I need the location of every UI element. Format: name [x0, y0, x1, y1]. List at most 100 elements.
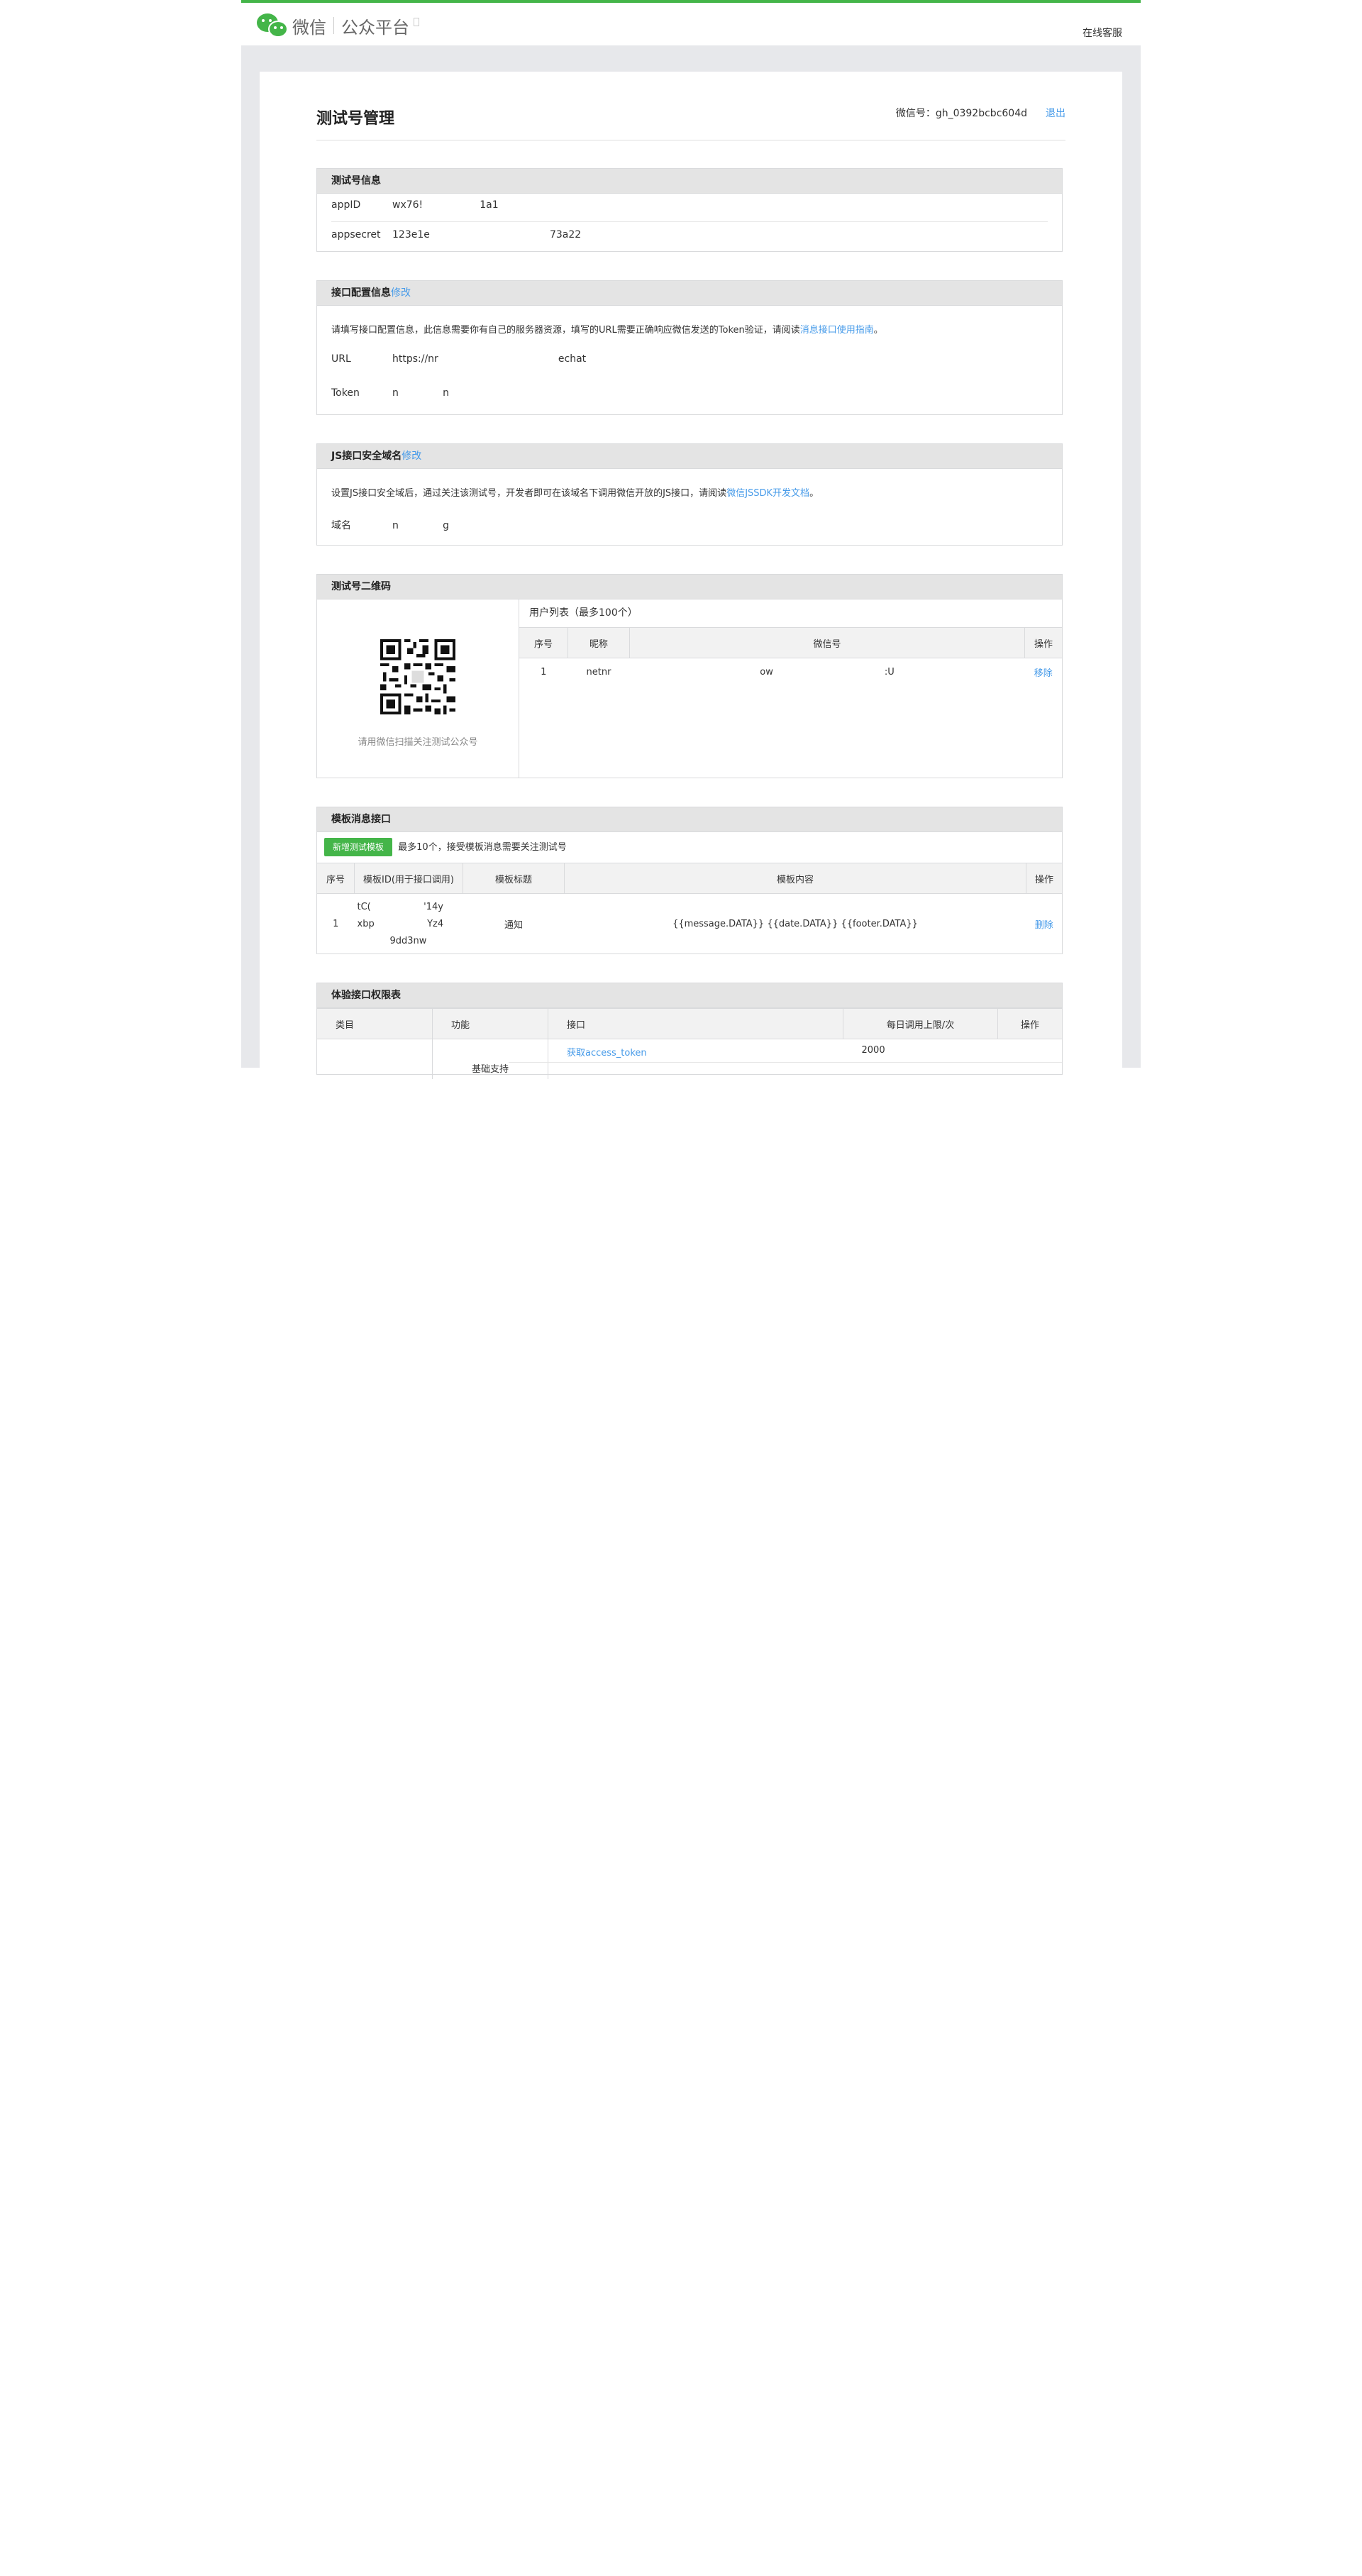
- user-nickname: netnr: [586, 667, 611, 678]
- api-config-edit-link[interactable]: 修改: [391, 287, 411, 299]
- col-category: 类目: [317, 1008, 433, 1039]
- top-bar: 微信 公众平台 在线客服: [241, 0, 1141, 45]
- api-config-desc-text: 请填写接口配置信息，此信息需要你有自己的服务器资源，填写的URL需要正确响应微信…: [331, 325, 800, 336]
- url-value: https://nr echat: [392, 353, 587, 365]
- wechat-logo-icon: [257, 13, 288, 38]
- api-config-title: 接口配置信息: [331, 287, 391, 299]
- col-template-title: 模板标题: [463, 863, 565, 894]
- template-title: 模板消息接口: [317, 807, 1062, 832]
- appsecret-value: 123e1e 73a22: [392, 229, 582, 241]
- user-list-title: 用户列表（最多100个）: [529, 607, 638, 619]
- js-domain-title: JS接口安全域名: [331, 450, 402, 462]
- user-wxid: ow :U: [760, 667, 895, 678]
- page-header: 测试号管理 微信号：gh_0392bcbc604d 退出: [316, 103, 1065, 140]
- template-toolbar: 新增测试模板 最多10个，接受模板消息需要关注测试号: [324, 838, 567, 856]
- col-api: 接口: [548, 1008, 843, 1039]
- wechat-logo[interactable]: 微信 公众平台: [257, 13, 419, 38]
- api-config-desc-end: 。: [873, 325, 883, 336]
- jssdk-doc-link[interactable]: 微信JSSDK开发文档: [726, 488, 809, 499]
- page-frame: 微信 公众平台 在线客服 测试号管理 微信号：gh_0392bcbc604d 退…: [241, 0, 1141, 1079]
- token-label: Token: [331, 387, 360, 399]
- test-info-panel: 测试号信息 appID wx76! 1a1 appsecret 123e1e 73a…: [316, 168, 1063, 252]
- domain-value: n g: [392, 520, 450, 531]
- appid-row: appID wx76! 1a1: [331, 199, 499, 211]
- token-value: n n: [392, 387, 450, 399]
- api-config-panel: 接口配置信息修改 请填写接口配置信息，此信息需要你有自己的服务器资源，填写的UR…: [316, 280, 1063, 415]
- template-title-value: 通知: [504, 920, 523, 932]
- table-row: 1 tC( '14y xbp Yz4 9dd3nw 通知 {{message.D…: [317, 894, 1062, 955]
- col-template-content: 模板内容: [564, 863, 1026, 894]
- account-info: 微信号：gh_0392bcbc604d: [896, 106, 1027, 120]
- qrcode-image: [380, 639, 455, 714]
- appid-value: wx76! 1a1: [392, 199, 499, 211]
- user-list: 用户列表（最多100个） 序号 昵称 微信号 操作 1 netnr ow:U …: [519, 599, 1062, 687]
- domain-label: 域名: [331, 520, 351, 531]
- template-id-line: tC( '14y: [357, 901, 443, 912]
- template-index: 1: [333, 919, 339, 930]
- template-note: 最多10个，接受模板消息需要关注测试号: [398, 842, 567, 853]
- logout-link[interactable]: 退出: [1046, 106, 1065, 120]
- col-limit: 每日调用上限/次: [843, 1008, 998, 1039]
- perm-action: [998, 1039, 1063, 1079]
- col-feature: 功能: [432, 1008, 548, 1039]
- divider: [509, 1062, 1062, 1063]
- js-domain-desc-text: 设置JS接口安全域后，通过关注该测试号，开发者即可在该域名下调用微信开放的JS接…: [331, 488, 727, 499]
- add-test-template-button[interactable]: 新增测试模板: [324, 838, 393, 856]
- template-content-value: {{message.DATA}} {{date.DATA}} {{footer.…: [672, 919, 918, 930]
- template-id-line: 9dd3nw: [389, 935, 427, 946]
- qrcode-title: 测试号二维码: [317, 575, 1062, 599]
- url-label: URL: [331, 353, 351, 365]
- col-action: 操作: [997, 1008, 1062, 1039]
- top-right-link[interactable]: 在线客服: [1083, 26, 1122, 40]
- logo-divider: [333, 17, 334, 34]
- url-row: URL https://nr echat: [331, 353, 586, 365]
- perm-limit: 2000: [861, 1045, 885, 1056]
- template-table: 序号 模板ID(用于接口调用) 模板标题 模板内容 操作 1 tC( '14y …: [317, 863, 1062, 955]
- appid-label: appID: [331, 199, 361, 211]
- api-config-desc: 请填写接口配置信息，此信息需要你有自己的服务器资源，填写的URL需要正确响应微信…: [331, 322, 883, 336]
- qrcode-caption: 请用微信扫描关注测试公众号: [358, 737, 478, 748]
- page-title: 测试号管理: [316, 110, 395, 128]
- template-panel: 模板消息接口 新增测试模板 最多10个，接受模板消息需要关注测试号 序号 模板I…: [316, 807, 1063, 954]
- js-domain-panel: JS接口安全域名修改 设置JS接口安全域后，通过关注该测试号，开发者即可在该域名…: [316, 443, 1063, 546]
- table-row: 1 netnr ow :U 移除: [519, 658, 1062, 687]
- js-domain-desc: 设置JS接口安全域后，通过关注该测试号，开发者即可在该域名下调用微信开放的JS接…: [331, 485, 819, 499]
- col-nickname: 昵称: [568, 627, 630, 658]
- qrcode-area: 请用微信扫描关注测试公众号: [317, 599, 519, 778]
- access-token-link[interactable]: 获取access_token: [567, 1048, 647, 1058]
- perm-table: 类目 功能 接口 每日调用上限/次 操作 基础支持 获取access_token…: [317, 1008, 1062, 1079]
- js-domain-edit-link[interactable]: 修改: [402, 450, 421, 462]
- user-table: 序号 昵称 微信号 操作 1 netnr ow :U 移除: [519, 627, 1062, 687]
- main-content: 测试号管理 微信号：gh_0392bcbc604d 退出 测试号信息 appID…: [260, 72, 1122, 1079]
- logo-wechat-text: 微信: [292, 17, 326, 38]
- col-wxid: 微信号: [629, 627, 1025, 658]
- account-label: 微信号：: [895, 108, 936, 119]
- js-domain-desc-end: 。: [809, 488, 819, 499]
- account-value: gh_0392bcbc604d: [935, 108, 1027, 119]
- remove-user-link[interactable]: 移除: [1025, 658, 1063, 687]
- logo-badge: [414, 18, 419, 26]
- js-domain-header: JS接口安全域名修改: [317, 444, 1062, 469]
- template-id-cell: tC( '14y xbp Yz4 9dd3nw: [355, 894, 463, 955]
- perm-category: [317, 1039, 433, 1079]
- col-template-id: 模板ID(用于接口调用): [354, 863, 463, 894]
- token-row: Token n n: [331, 387, 449, 399]
- perm-api-link[interactable]: 获取access_token: [548, 1039, 843, 1079]
- domain-row: 域名 n g: [331, 518, 449, 532]
- user-index: 1: [541, 667, 547, 678]
- col-index: 序号: [317, 863, 355, 894]
- appsecret-label: appsecret: [331, 229, 381, 241]
- delete-template-link[interactable]: 删除: [1026, 894, 1063, 955]
- perm-feature: 基础支持: [432, 1039, 548, 1079]
- perm-title: 体验接口权限表: [317, 983, 1062, 1008]
- divider: [331, 221, 1048, 222]
- msg-api-guide-link[interactable]: 消息接口使用指南: [800, 325, 874, 336]
- qrcode-panel: 测试号二维码 请用微信扫描关注测试公众号 用户列表（最多100个） 序号 昵称 …: [316, 574, 1063, 778]
- appsecret-row: appsecret 123e1e 73a22: [331, 229, 581, 241]
- col-action: 操作: [1024, 627, 1062, 658]
- test-info-title: 测试号信息: [317, 169, 1062, 194]
- logo-platform-text: 公众平台: [341, 17, 409, 38]
- table-row: 基础支持 获取access_token 2000: [317, 1039, 1062, 1079]
- api-config-header: 接口配置信息修改: [317, 281, 1062, 306]
- perm-panel: 体验接口权限表 类目 功能 接口 每日调用上限/次 操作 基础支持 获取acce…: [316, 983, 1063, 1079]
